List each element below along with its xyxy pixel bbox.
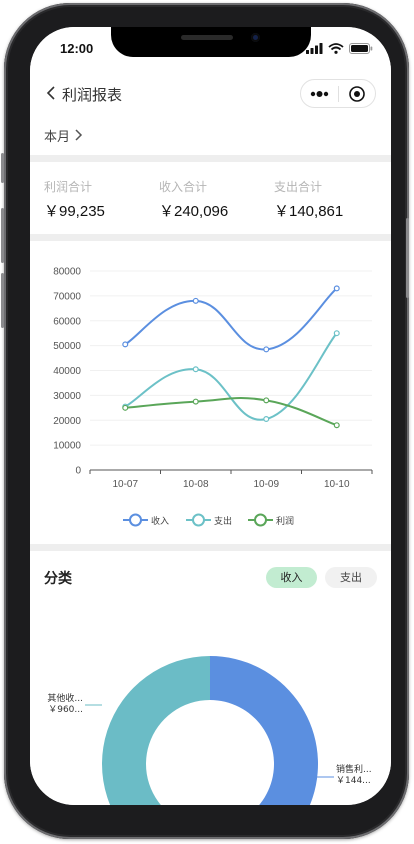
volume-up-button bbox=[1, 208, 4, 263]
x-tick-label: 10-07 bbox=[112, 479, 138, 490]
chevron-right-icon bbox=[75, 129, 83, 141]
more-dots-icon[interactable] bbox=[301, 80, 338, 107]
donut-label: 其他收...￥960... bbox=[47, 692, 102, 715]
x-tick-label: 10-08 bbox=[183, 479, 209, 490]
slice-label: 其他收... bbox=[47, 692, 83, 704]
legend-label[interactable]: 支出 bbox=[214, 515, 232, 527]
data-point[interactable] bbox=[192, 366, 199, 373]
speaker bbox=[181, 35, 233, 40]
screen: 12:00 利润报表 本月 利润合计 ￥99,235 收入合计 ￥240,096… bbox=[30, 27, 391, 805]
donut-slice[interactable] bbox=[101, 656, 210, 805]
miniprogram-capsule bbox=[300, 79, 376, 108]
data-point[interactable] bbox=[122, 404, 129, 411]
mute-switch bbox=[1, 153, 4, 183]
y-tick-label: 40000 bbox=[53, 366, 81, 377]
battery-icon bbox=[349, 43, 373, 54]
notch bbox=[111, 27, 311, 57]
y-tick-label: 20000 bbox=[53, 416, 81, 427]
summary-value: ￥99,235 bbox=[44, 203, 105, 220]
summary-income: 收入合计 ￥240,096 bbox=[159, 178, 228, 221]
data-point[interactable] bbox=[333, 285, 340, 292]
series-line bbox=[124, 287, 338, 351]
slice-amount: ￥960... bbox=[48, 705, 83, 715]
summary-value: ￥240,096 bbox=[159, 203, 229, 220]
status-time: 12:00 bbox=[60, 41, 94, 56]
trend-chart-card: 0 10000 20000 30000 40000 50000 60000 70000 8000… bbox=[30, 241, 391, 544]
data-point[interactable] bbox=[263, 416, 270, 423]
legend-marker bbox=[254, 513, 267, 527]
y-tick-label: 70000 bbox=[53, 291, 81, 302]
series-line bbox=[125, 396, 338, 427]
summary-label: 利润合计 bbox=[44, 180, 93, 194]
summary-panel: 利润合计 ￥99,235 收入合计 ￥240,096 支出合计 ￥140,861 bbox=[30, 162, 391, 234]
y-tick-label: 50000 bbox=[53, 341, 81, 352]
period-selector[interactable]: 本月 bbox=[30, 117, 391, 155]
summary-value: ￥140,861 bbox=[274, 203, 344, 220]
chevron-left-icon[interactable] bbox=[42, 83, 62, 103]
y-tick-label: 10000 bbox=[53, 441, 81, 452]
data-point[interactable] bbox=[122, 341, 129, 348]
category-card: 分类 收入 支出 销售利... ￥144... 其他收... ￥960... bbox=[30, 551, 391, 805]
summary-profit: 利润合计 ￥99,235 bbox=[44, 178, 105, 221]
donut-chart: 销售利...￥144... 其他收...￥960... bbox=[47, 656, 372, 805]
data-point[interactable] bbox=[192, 398, 199, 405]
target-icon[interactable] bbox=[339, 80, 376, 107]
legend-marker bbox=[192, 513, 205, 527]
summary-label: 收入合计 bbox=[159, 180, 208, 194]
x-tick-label: 10-09 bbox=[253, 479, 279, 490]
period-label: 本月 bbox=[44, 130, 71, 145]
x-tick-label: 10-10 bbox=[324, 479, 350, 490]
y-tick-label: 0 bbox=[75, 466, 81, 477]
wifi-icon bbox=[328, 43, 344, 54]
slice-label: 销售利... bbox=[336, 763, 372, 775]
y-tick-label: 80000 bbox=[53, 267, 81, 278]
front-camera bbox=[251, 33, 260, 42]
legend-label[interactable]: 收入 bbox=[151, 515, 169, 527]
y-tick-label: 30000 bbox=[53, 391, 81, 402]
summary-expense: 支出合计 ￥140,861 bbox=[274, 178, 343, 221]
legend-marker bbox=[129, 513, 142, 527]
volume-down-button bbox=[1, 273, 4, 328]
page-title: 利润报表 bbox=[62, 86, 123, 104]
data-point[interactable] bbox=[263, 397, 270, 404]
data-point[interactable] bbox=[333, 422, 340, 429]
data-point[interactable] bbox=[192, 297, 199, 304]
legend-label[interactable]: 利润 bbox=[276, 515, 294, 527]
summary-label: 支出合计 bbox=[274, 180, 323, 194]
y-tick-label: 60000 bbox=[53, 316, 81, 327]
data-point[interactable] bbox=[263, 346, 270, 353]
status-icons bbox=[306, 43, 373, 54]
donut-label: 销售利...￥144... bbox=[317, 763, 372, 786]
line-chart: 0 10000 20000 30000 40000 50000 60000 70000 8000… bbox=[53, 267, 373, 527]
slice-amount: ￥144... bbox=[336, 776, 371, 786]
nav-bar: 利润报表 bbox=[30, 71, 391, 117]
phone-frame: 12:00 利润报表 本月 利润合计 ￥99,235 收入合计 ￥240,096… bbox=[1, 3, 409, 839]
power-button bbox=[406, 218, 409, 298]
series-line bbox=[124, 332, 338, 421]
data-point[interactable] bbox=[333, 330, 340, 337]
